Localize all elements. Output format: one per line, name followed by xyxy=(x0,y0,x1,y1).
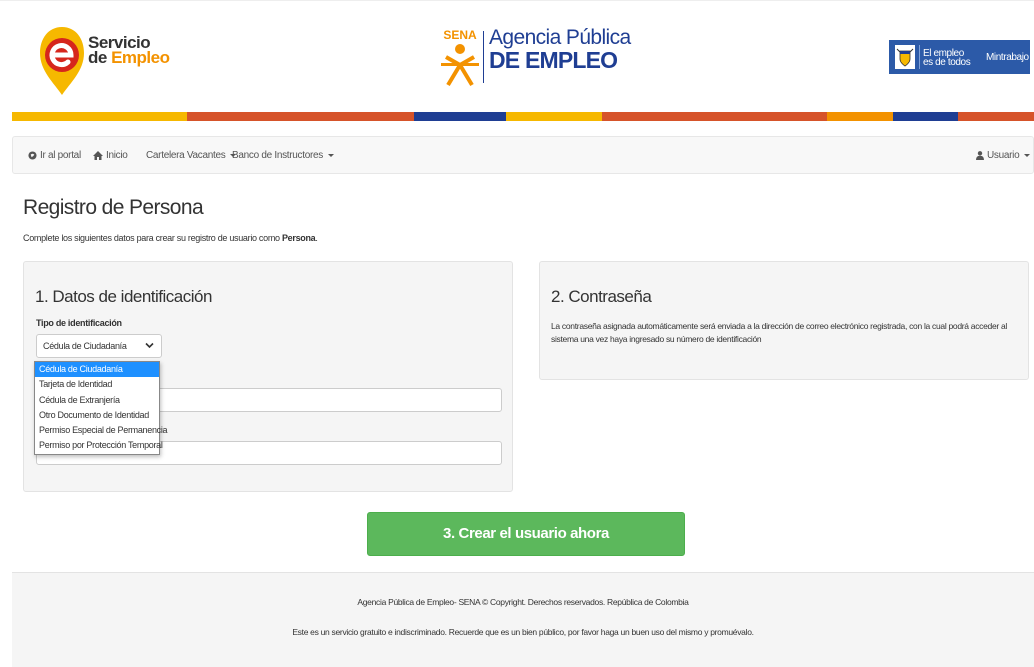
intro-suffix: . xyxy=(315,233,318,243)
color-bar-segment xyxy=(893,112,958,121)
empleo-line: de Empleo xyxy=(88,48,170,67)
servicio-empleo-wordmark: Servicio de Empleo xyxy=(88,34,170,67)
nav-instructors-label: Banco de Instructores xyxy=(232,150,323,161)
site-header: Servicio de Empleo SENA Agencia Pública … xyxy=(0,0,1034,112)
site-footer: Agencia Pública de Empleo- SENA © Copyri… xyxy=(12,572,1034,667)
sena-logo[interactable]: SENA xyxy=(440,27,480,94)
page-title: Registro de Persona xyxy=(23,196,204,219)
sena-text: SENA xyxy=(443,28,477,42)
id-type-option[interactable]: Cédula de Ciudadanía xyxy=(35,362,159,378)
id-type-option[interactable]: Permiso Especial de Permanencia xyxy=(35,423,168,438)
chevron-down-icon xyxy=(145,342,154,349)
color-bar-segment xyxy=(414,112,506,121)
globe-icon xyxy=(28,151,37,160)
gov-slogan-line2: es de todos xyxy=(923,57,971,68)
color-bar-segment xyxy=(12,112,187,121)
id-type-option[interactable]: Cédula de Extranjería xyxy=(35,393,159,408)
footer-notice: Este es un servicio gratuito e indiscrim… xyxy=(292,627,754,637)
de-empleo-line: DE EMPLEO xyxy=(489,47,618,73)
id-type-dropdown-list: Cédula de Ciudadanía Tarjeta de Identida… xyxy=(34,361,168,455)
nav-home-label: Inicio xyxy=(106,150,128,161)
agencia-line: Agencia Pública xyxy=(489,26,631,49)
color-bar-segment xyxy=(827,112,893,121)
caret-down-icon xyxy=(1024,154,1031,157)
nav-portal-label: Ir al portal xyxy=(40,150,81,161)
user-icon xyxy=(976,151,984,160)
empleo-prefix: de xyxy=(88,48,112,67)
nav-vacancies[interactable]: Cartelera Vacantes xyxy=(146,150,237,161)
ministry-name: Mintrabajo xyxy=(986,52,1029,63)
color-bar-segment xyxy=(958,112,1034,121)
color-bar-segment xyxy=(602,112,827,121)
caret-down-icon xyxy=(327,154,334,157)
nav-vacancies-label: Cartelera Vacantes xyxy=(146,150,226,161)
colombia-shield-icon xyxy=(895,45,915,69)
intro-bold: Persona xyxy=(281,233,316,243)
home-icon xyxy=(93,151,103,160)
color-bar-segment xyxy=(506,112,602,121)
identification-heading: 1. Datos de identificación xyxy=(35,287,212,306)
create-user-button[interactable]: 3. Crear el usuario ahora xyxy=(367,512,685,556)
logo-divider xyxy=(483,31,484,83)
password-info-text: La contraseña asignada automáticamente s… xyxy=(551,321,1008,344)
password-heading: 2. Contraseña xyxy=(551,287,652,306)
id-type-select[interactable]: Cédula de Ciudadanía xyxy=(36,334,162,358)
agencia-publica-wordmark: Agencia Pública DE EMPLEO xyxy=(489,26,631,73)
gov-badge[interactable]: El empleo es de todos Mintrabajo xyxy=(889,40,1030,74)
brand-color-bar xyxy=(12,112,1034,121)
servicio-empleo-logo[interactable]: Servicio de Empleo xyxy=(38,25,178,97)
sena-emblem-icon: SENA xyxy=(441,28,479,87)
nav-portal[interactable]: Ir al portal xyxy=(28,150,81,161)
nav-user[interactable]: Usuario xyxy=(976,150,1031,161)
password-panel: 2. Contraseña La contraseña asignada aut… xyxy=(539,261,1029,380)
id-type-selected-value: Cédula de Ciudadanía xyxy=(43,341,127,351)
id-type-label: Tipo de identificación xyxy=(36,318,122,328)
footer-copyright: Agencia Pública de Empleo- SENA © Copyri… xyxy=(357,597,689,607)
empleo-highlight: Empleo xyxy=(111,48,170,67)
nav-home[interactable]: Inicio xyxy=(93,150,128,161)
intro-prefix: Complete los siguientes datos para crear… xyxy=(23,233,282,243)
nav-user-label: Usuario xyxy=(987,150,1020,161)
color-bar-segment xyxy=(187,112,414,121)
top-navbar: Ir al portal Inicio Cartelera Vacantes B… xyxy=(12,136,1034,174)
gov-badge-separator xyxy=(919,45,920,69)
id-type-option[interactable]: Tarjeta de Identidad xyxy=(35,377,159,392)
id-type-option[interactable]: Otro Documento de Identidad xyxy=(35,408,159,423)
nav-instructors[interactable]: Banco de Instructores xyxy=(232,150,334,161)
gov-slogan: El empleo es de todos xyxy=(923,49,971,68)
servicio-empleo-emblem-icon xyxy=(40,27,84,95)
intro-text: Complete los siguientes datos para crear… xyxy=(23,233,318,243)
id-type-option[interactable]: Permiso por Protección Temporal xyxy=(35,438,163,453)
